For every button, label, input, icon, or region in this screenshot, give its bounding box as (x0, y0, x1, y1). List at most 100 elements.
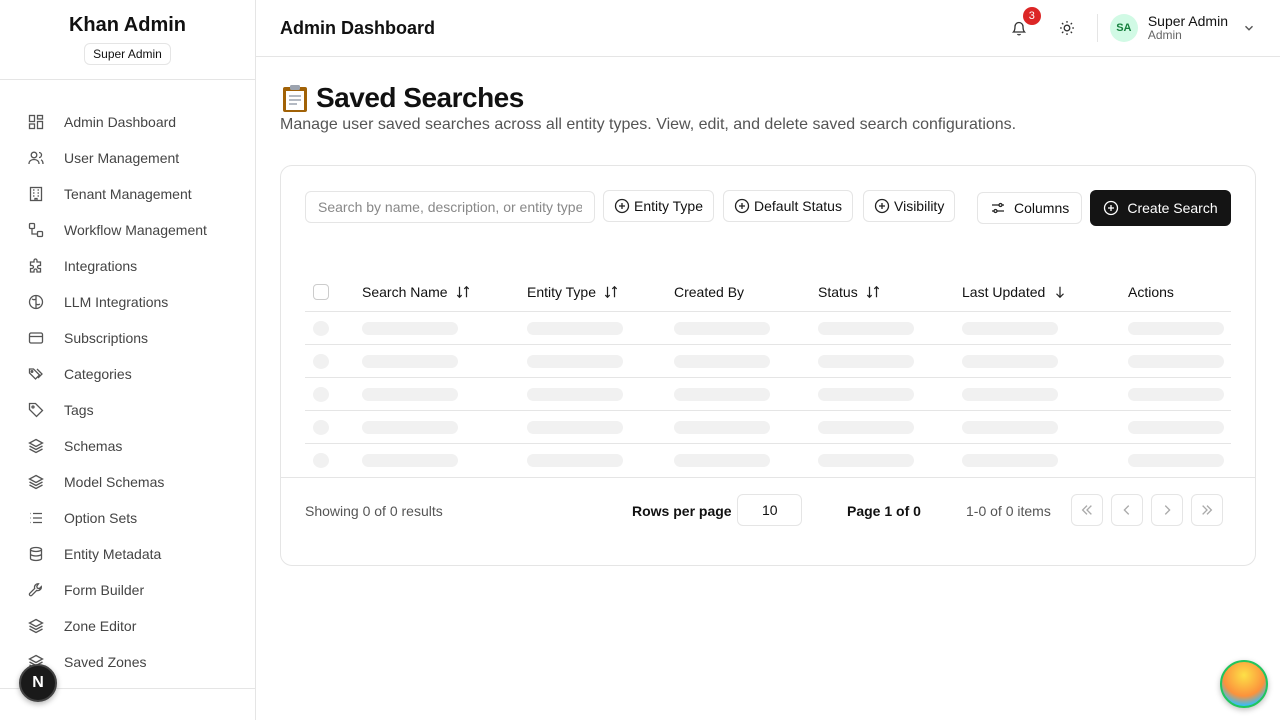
sidebar-item-label: Workflow Management (64, 222, 207, 238)
skeleton (527, 355, 623, 368)
skeleton (962, 388, 1058, 401)
skeleton (962, 322, 1058, 335)
skeleton (818, 421, 914, 434)
layers-icon (28, 438, 44, 454)
skeleton (1128, 421, 1224, 434)
rows-per-page-label: Rows per page (632, 503, 732, 519)
clipboard-icon (283, 85, 307, 112)
puzzle-icon (29, 258, 42, 273)
assistant-launcher-icon[interactable] (1220, 660, 1268, 708)
first-page-button[interactable] (1071, 494, 1103, 526)
skeleton (674, 322, 770, 335)
sidebar-item-zone-editor[interactable]: Zone Editor (0, 608, 255, 644)
skeleton (362, 322, 458, 335)
sidebar-item-option-sets[interactable]: Option Sets (0, 500, 255, 536)
column-status[interactable]: Status (818, 284, 880, 300)
select-all-checkbox[interactable] (313, 284, 329, 300)
sidebar-item-schemas[interactable]: Schemas (0, 428, 255, 464)
table-row-skeleton (305, 378, 1231, 411)
saved-searches-table: Search Name Entity Type Created By Statu… (305, 272, 1231, 477)
last-page-button[interactable] (1191, 494, 1223, 526)
avatar[interactable]: SA (1109, 14, 1138, 42)
table-row-skeleton (305, 444, 1231, 477)
skeleton (962, 421, 1058, 434)
skeleton (962, 355, 1058, 368)
columns-button[interactable]: Columns (977, 192, 1083, 224)
column-created-by: Created By (674, 284, 744, 300)
column-label: Status (818, 284, 858, 300)
column-entity-type[interactable]: Entity Type (527, 284, 618, 300)
visibility-filter-button[interactable]: Visibility (863, 190, 956, 222)
entity-type-filter-button[interactable]: Entity Type (603, 190, 715, 222)
prev-page-button[interactable] (1111, 494, 1143, 526)
sliders-icon (992, 202, 1004, 214)
nextjs-dev-icon[interactable]: N (19, 664, 57, 702)
skeleton (1128, 388, 1224, 401)
tags-icon (28, 368, 43, 380)
skeleton (313, 453, 329, 468)
sidebar-item-workflow-management[interactable]: Workflow Management (0, 212, 255, 248)
header-actions: 3 SA Super Admin Admin (987, 7, 1256, 44)
filter-label: Entity Type (634, 198, 704, 214)
table-row-skeleton (305, 411, 1231, 444)
sidebar-item-entity-metadata[interactable]: Entity Metadata (0, 536, 255, 572)
sort-icon (866, 285, 879, 299)
user-info[interactable]: Super Admin Admin (1147, 12, 1228, 43)
sidebar-item-categories[interactable]: Categories (0, 356, 255, 392)
page-indicator: Page 1 of 0 (847, 503, 921, 519)
table-row-skeleton (305, 312, 1231, 345)
table-toolbar: Entity Type Default Status Visibility Co… (305, 190, 1231, 226)
skeleton (362, 355, 458, 368)
column-actions: Actions (1128, 284, 1174, 300)
chevron-left-icon (1123, 505, 1130, 515)
column-search-name[interactable]: Search Name (362, 284, 470, 300)
search-input[interactable] (305, 191, 595, 223)
create-search-label: Create Search (1127, 200, 1218, 216)
sidebar-item-label: Option Sets (64, 510, 138, 526)
plus-circle-icon (874, 198, 890, 214)
sidebar-brand: Khan Admin Super Admin (0, 0, 255, 80)
skeleton (1128, 322, 1224, 335)
user-name: Super Admin (1147, 12, 1228, 29)
column-last-updated[interactable]: Last Updated (962, 284, 1067, 300)
default-status-filter-button[interactable]: Default Status (723, 190, 853, 222)
list-icon (30, 512, 42, 524)
checkbox[interactable] (313, 284, 329, 300)
sidebar-item-user-management[interactable]: User Management (0, 140, 255, 176)
layers-icon (28, 618, 44, 634)
skeleton (527, 454, 623, 467)
building-icon (29, 186, 43, 202)
create-search-button[interactable]: Create Search (1090, 190, 1231, 226)
chevron-right-icon (1164, 505, 1171, 515)
page-title: Saved Searches (280, 82, 1256, 114)
skeleton (362, 421, 458, 434)
sidebar-item-label: User Management (64, 150, 180, 166)
sidebar-item-integrations[interactable]: Integrations (0, 248, 255, 284)
skeleton (674, 421, 770, 434)
next-page-button[interactable] (1151, 494, 1183, 526)
theme-toggle-button[interactable] (1051, 12, 1083, 44)
sidebar-item-label: Saved Zones (64, 654, 147, 670)
sidebar-item-tags[interactable]: Tags (0, 392, 255, 428)
database-icon (29, 546, 43, 562)
skeleton (818, 454, 914, 467)
chevron-down-icon[interactable] (1242, 21, 1256, 35)
skeleton (674, 355, 770, 368)
sidebar-item-tenant-management[interactable]: Tenant Management (0, 176, 255, 212)
user-role: Admin (1147, 28, 1182, 43)
sidebar-item-form-builder[interactable]: Form Builder (0, 572, 255, 608)
rows-per-page-select[interactable]: 10 (737, 494, 802, 526)
chevrons-right-icon (1202, 505, 1213, 515)
filter-label: Visibility (894, 198, 945, 214)
skeleton (313, 387, 329, 402)
sidebar-item-llm-integrations[interactable]: LLM Integrations (0, 284, 255, 320)
page-description: Manage user saved searches across all en… (280, 116, 1017, 133)
sidebar-item-label: Integrations (64, 258, 138, 274)
saved-searches-card: Entity Type Default Status Visibility Co… (280, 165, 1256, 566)
notifications-button[interactable]: 3 (1003, 7, 1041, 44)
sidebar-item-admin-dashboard[interactable]: Admin Dashboard (0, 104, 255, 140)
sidebar-item-subscriptions[interactable]: Subscriptions (0, 320, 255, 356)
sidebar-item-model-schemas[interactable]: Model Schemas (0, 464, 255, 500)
skeleton (527, 421, 623, 434)
layers-icon (28, 474, 44, 490)
